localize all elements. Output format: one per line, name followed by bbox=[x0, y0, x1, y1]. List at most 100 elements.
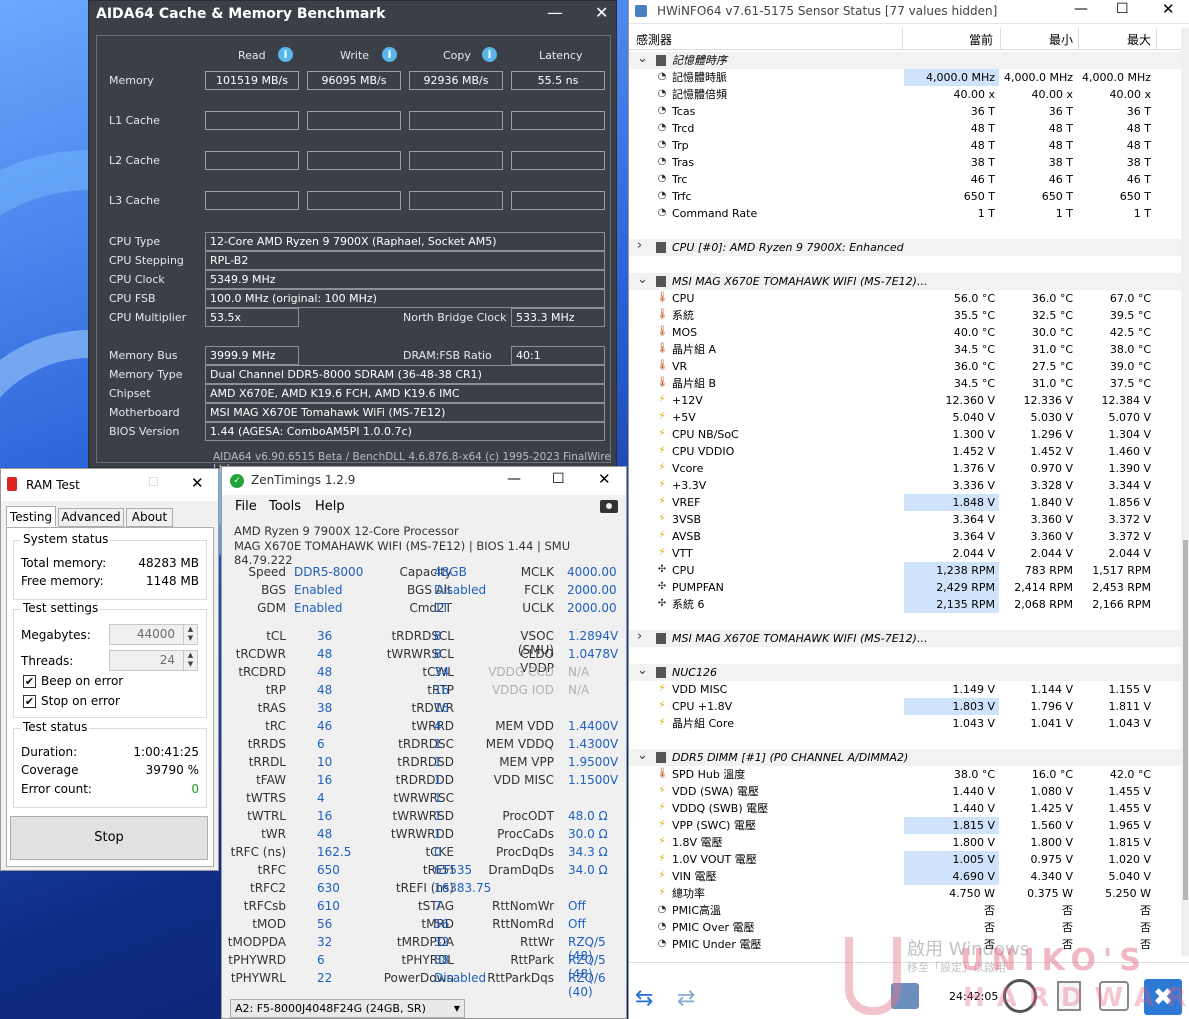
sensor-row[interactable]: ⚡ 1.0V VOUT 電壓 1.005 V 0.975 V 1.020 V bbox=[629, 851, 1181, 868]
tab-testing[interactable]: Testing bbox=[6, 506, 56, 527]
arrows-compress-icon[interactable]: ⇄ bbox=[677, 986, 695, 1011]
close-button[interactable]: ✕ bbox=[598, 470, 611, 488]
sensor-group[interactable]: › MSI MAG X670E TOMAHAWK WIFI (MS-7E12)..… bbox=[629, 628, 1181, 647]
scrollbar-thumb[interactable] bbox=[1183, 540, 1188, 900]
sensor-row[interactable]: ✣ PUMPFAN 2,429 RPM 2,414 RPM 2,453 RPM bbox=[629, 579, 1181, 596]
chevron-right-icon[interactable]: › bbox=[637, 237, 642, 254]
settings-icon[interactable] bbox=[1099, 981, 1129, 1011]
sensor-row[interactable]: ⚡ CPU +1.8V 1.803 V 1.796 V 1.811 V bbox=[629, 698, 1181, 715]
sensor-row[interactable]: ◔ Tcas 36 T 36 T 36 T bbox=[629, 103, 1181, 120]
sensor-row[interactable]: ✣ CPU 1,238 RPM 783 RPM 1,517 RPM bbox=[629, 562, 1181, 579]
scrollbar[interactable] bbox=[1181, 28, 1189, 956]
menu-help[interactable]: Help bbox=[315, 499, 345, 514]
sensor-row[interactable]: ⚡ +5V 5.040 V 5.030 V 5.070 V bbox=[629, 409, 1181, 426]
sensor-row[interactable]: ⚡ Vcore 1.376 V 0.970 V 1.390 V bbox=[629, 460, 1181, 477]
sensor-row[interactable]: 🌡 VR 36.0 °C 27.5 °C 39.0 °C bbox=[629, 358, 1181, 375]
sensor-row[interactable]: 🌡 CPU 56.0 °C 36.0 °C 67.0 °C bbox=[629, 290, 1181, 307]
spinner-arrows-icon[interactable]: ▲ ▼ bbox=[183, 651, 197, 670]
test-settings-group: Test settings Megabytes: 44000 ▲ ▼ Threads… bbox=[13, 601, 207, 718]
minimize-button[interactable]: — bbox=[507, 471, 521, 487]
sensor-row[interactable]: ⚡ VPP (SWC) 電壓 1.815 V 1.560 V 1.965 V bbox=[629, 817, 1181, 834]
sensor-row[interactable]: ⚡ AVSB 3.364 V 3.360 V 3.372 V bbox=[629, 528, 1181, 545]
network-icon[interactable] bbox=[891, 983, 919, 1009]
sensor-row[interactable]: ⚡ 3VSB 3.364 V 3.360 V 3.372 V bbox=[629, 511, 1181, 528]
tab-advanced[interactable]: Advanced bbox=[58, 508, 124, 527]
sensor-row[interactable]: ⚡ +3.3V 3.336 V 3.328 V 3.344 V bbox=[629, 477, 1181, 494]
close-button[interactable]: ✕ bbox=[595, 3, 608, 22]
col-max[interactable]: 最大 bbox=[1127, 31, 1151, 48]
sensor-row[interactable]: ◔ PMIC Under 電壓 否 否 否 bbox=[629, 936, 1181, 953]
close-button[interactable]: ✕ bbox=[191, 474, 204, 492]
sensor-row[interactable]: ◔ Command Rate 1 T 1 T 1 T bbox=[629, 205, 1181, 222]
sensor-row[interactable]: ◔ PMIC高溫 否 否 否 bbox=[629, 902, 1181, 919]
maximize-button[interactable]: ☐ bbox=[1116, 1, 1129, 17]
sensor-row[interactable]: ⚡ CPU NB/SoC 1.300 V 1.296 V 1.304 V bbox=[629, 426, 1181, 443]
chevron-down-icon[interactable]: ⌄ bbox=[637, 662, 648, 679]
report-icon[interactable] bbox=[1057, 981, 1081, 1011]
close-button[interactable]: ✕ bbox=[1162, 0, 1175, 18]
sensor-row[interactable]: ✣ 系統 6 2,135 RPM 2,068 RPM 2,166 RPM bbox=[629, 596, 1181, 613]
camera-icon[interactable] bbox=[600, 500, 618, 513]
module-select[interactable]: A2: F5-8000J4048F24G (24GB, SR) ▼ bbox=[230, 999, 465, 1018]
sensor-group[interactable]: ⌄ MSI MAG X670E TOMAHAWK WIFI (MS-7E12)..… bbox=[629, 271, 1181, 290]
chevron-down-icon[interactable]: ⌄ bbox=[637, 747, 648, 764]
sensor-group[interactable]: ⌄ DDR5 DIMM [#1] (P0 CHANNEL A/DIMMA2) bbox=[629, 747, 1181, 766]
sensor-row[interactable]: ◔ 記憶體時脈 4,000.0 MHz 4,000.0 MHz 4,000.0 MHz bbox=[629, 69, 1181, 86]
sensor-row[interactable]: 🌡 晶片組 B 34.5 °C 31.0 °C 37.5 °C bbox=[629, 375, 1181, 392]
sensor-row[interactable]: ◔ 記憶體倍頻 40.00 x 40.00 x 40.00 x bbox=[629, 86, 1181, 103]
stop-button[interactable]: Stop bbox=[10, 816, 208, 860]
sensor-row[interactable]: ◔ Trcd 48 T 48 T 48 T bbox=[629, 120, 1181, 137]
sensor-row[interactable]: ⚡ 晶片組 Core 1.043 V 1.041 V 1.043 V bbox=[629, 715, 1181, 732]
sensor-row[interactable]: ⚡ VDD MISC 1.149 V 1.144 V 1.155 V bbox=[629, 681, 1181, 698]
sensor-row[interactable]: 🌡 晶片組 A 34.5 °C 31.0 °C 38.0 °C bbox=[629, 341, 1181, 358]
timer-icon[interactable] bbox=[1003, 979, 1037, 1013]
menu-tools[interactable]: Tools bbox=[269, 499, 301, 514]
maximize-button[interactable]: ☐ bbox=[552, 471, 565, 487]
sensor-group[interactable]: ⌄ NUC126 bbox=[629, 662, 1181, 681]
l2-write bbox=[307, 151, 401, 170]
spinner-arrows-icon[interactable]: ▲ ▼ bbox=[183, 625, 197, 644]
total-memory-label: Total memory: bbox=[21, 556, 107, 570]
sensor-row[interactable]: ⚡ VTT 2.044 V 2.044 V 2.044 V bbox=[629, 545, 1181, 562]
sensor-row[interactable]: ⚡ 1.8V 電壓 1.800 V 1.800 V 1.815 V bbox=[629, 834, 1181, 851]
chevron-right-icon[interactable]: › bbox=[637, 628, 642, 645]
sensor-row[interactable]: ◔ Trp 48 T 48 T 48 T bbox=[629, 137, 1181, 154]
sensor-row[interactable]: 🌡 系統 35.5 °C 32.5 °C 39.5 °C bbox=[629, 307, 1181, 324]
beep-on-error-checkbox[interactable]: ✔ bbox=[23, 675, 36, 688]
sensor-row[interactable]: ◔ Tras 38 T 38 T 38 T bbox=[629, 154, 1181, 171]
info-icon[interactable]: i bbox=[382, 47, 397, 62]
stop-on-error-checkbox[interactable]: ✔ bbox=[23, 695, 36, 708]
col-min[interactable]: 最小 bbox=[1049, 31, 1073, 48]
close-sensors-icon[interactable]: ✖ bbox=[1144, 979, 1182, 1015]
chevron-down-icon[interactable]: ⌄ bbox=[637, 52, 648, 67]
sensor-row[interactable]: ⚡ 總功率 4.750 W 0.375 W 5.250 W bbox=[629, 885, 1181, 902]
info-icon[interactable]: i bbox=[278, 47, 293, 62]
minimize-button[interactable]: — bbox=[547, 3, 563, 22]
sensor-group[interactable]: › CPU [#0]: AMD Ryzen 9 7900X: Enhanced bbox=[629, 237, 1181, 256]
sensor-row[interactable]: 🌡 SPD Hub 溫度 38.0 °C 16.0 °C 42.0 °C bbox=[629, 766, 1181, 783]
sensor-row[interactable]: ◔ Trc 46 T 46 T 46 T bbox=[629, 171, 1181, 188]
tab-about[interactable]: About bbox=[126, 508, 173, 527]
sensor-row[interactable]: ⚡ VDD (SWA) 電壓 1.440 V 1.080 V 1.455 V bbox=[629, 783, 1181, 800]
sensor-row[interactable]: ⚡ CPU VDDIO 1.452 V 1.452 V 1.460 V bbox=[629, 443, 1181, 460]
chevron-down-icon[interactable]: ⌄ bbox=[637, 271, 648, 288]
megabytes-input[interactable]: 44000 ▲ ▼ bbox=[109, 624, 198, 645]
menu-file[interactable]: File bbox=[235, 499, 257, 514]
sensor-row[interactable]: ◔ PMIC Over 電壓 否 否 否 bbox=[629, 919, 1181, 936]
col-current[interactable]: 當前 bbox=[969, 31, 993, 48]
minimize-button[interactable]: — bbox=[1074, 1, 1088, 17]
sensor-row[interactable]: ⚡ VIN 電壓 4.690 V 4.340 V 5.040 V bbox=[629, 868, 1181, 885]
sensor-row[interactable]: ⚡ VDDQ (SWB) 電壓 1.440 V 1.425 V 1.455 V bbox=[629, 800, 1181, 817]
sensor-row[interactable]: 🌡 MOS 40.0 °C 30.0 °C 42.5 °C bbox=[629, 324, 1181, 341]
sensor-row[interactable]: ⚡ +12V 12.360 V 12.336 V 12.384 V bbox=[629, 392, 1181, 409]
arrows-swap-icon[interactable]: ⇆ bbox=[635, 986, 653, 1011]
col-sensor[interactable]: 感測器 bbox=[636, 31, 672, 48]
sensor-group[interactable]: ⌄ 記憶體時序 bbox=[629, 52, 1181, 69]
sensor-current: 48 T bbox=[970, 139, 995, 152]
sensor-row[interactable]: ⚡ VREF 1.848 V 1.840 V 1.856 V bbox=[629, 494, 1181, 511]
threads-input[interactable]: 24 ▲ ▼ bbox=[109, 650, 198, 671]
timing-value: Off bbox=[568, 917, 586, 931]
sensor-row[interactable]: ◔ Trfc 650 T 650 T 650 T bbox=[629, 188, 1181, 205]
info-icon[interactable]: i bbox=[482, 47, 497, 62]
row-l2-label: L2 Cache bbox=[109, 154, 160, 167]
